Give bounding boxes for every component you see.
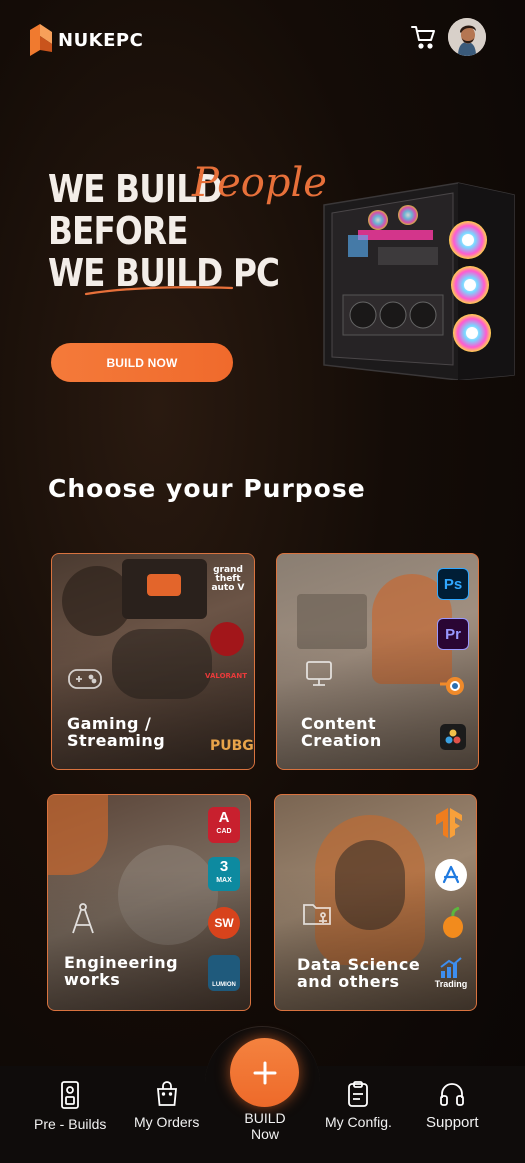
hero-underline-decoration (84, 286, 234, 296)
clipboard-icon (348, 1081, 369, 1107)
section-title: Choose your Purpose (48, 474, 366, 503)
hero-line-2: BEFORE (48, 209, 189, 253)
trading-icon: Trading (431, 953, 471, 993)
card-label-engineering: Engineering works (64, 953, 179, 989)
nav-item-my-orders[interactable]: My Orders (134, 1080, 199, 1130)
davinci-resolve-icon (440, 724, 466, 750)
nav-label-prebuilds: Pre - Builds (34, 1116, 107, 1132)
red-dead-logo-icon (210, 622, 244, 656)
purpose-card-data-science[interactable]: Trading Data Science and others (274, 794, 477, 1011)
pubg-logo: PUBG (210, 738, 254, 754)
nav-item-my-config[interactable]: My Config. (325, 1080, 392, 1130)
nav-label-my-config: My Config. (325, 1114, 392, 1130)
card-label-content: Content Creation (301, 714, 382, 750)
plus-icon (253, 1061, 276, 1084)
premiere-pro-icon: Pr (437, 618, 469, 650)
build-now-fab-label[interactable]: BUILD Now (233, 1110, 297, 1142)
gta-logo: grand theft auto V (211, 565, 245, 593)
folder-network-icon (301, 899, 341, 933)
valorant-logo: VALORANT (205, 672, 247, 680)
fl-studio-icon (437, 907, 469, 939)
nav-label-my-orders: My Orders (134, 1114, 200, 1130)
card-label-data-science: Data Science and others (297, 955, 421, 991)
purpose-card-engineering[interactable]: A CAD 3 MAX SW LUMION Engineering works (47, 794, 251, 1011)
headset-icon (440, 1083, 465, 1106)
tensorflow-icon (433, 807, 465, 839)
shopping-bag-icon (156, 1081, 177, 1106)
nav-item-support[interactable]: Support (426, 1080, 479, 1131)
solidworks-icon: SW (208, 907, 240, 939)
app-store-icon (435, 859, 467, 891)
brand-logo[interactable]: NUKEPC (30, 24, 143, 56)
purpose-card-gaming[interactable]: grand theft auto V VALORANT PUBG Gaming … (51, 553, 255, 770)
brand-name: NUKEPC (58, 29, 144, 51)
3ds-max-icon: 3 MAX (208, 857, 240, 891)
gamepad-icon (66, 664, 106, 698)
gaming-pc-image (323, 182, 515, 380)
hero-script-word: People (192, 160, 327, 206)
lumion-icon: LUMION (208, 955, 240, 991)
nav-item-prebuilds[interactable]: Pre - Builds (34, 1080, 106, 1132)
purpose-card-content-creation[interactable]: Ps Pr Content Creation (276, 553, 479, 770)
photoshop-icon: Ps (437, 568, 469, 600)
cart-icon[interactable] (410, 24, 436, 50)
card-label-gaming: Gaming / Streaming (67, 714, 166, 750)
blender-icon (437, 670, 469, 702)
nav-label-support: Support (426, 1114, 479, 1131)
user-avatar[interactable] (448, 18, 486, 56)
nukepc-logo-icon (30, 24, 52, 56)
autocad-icon: A CAD (208, 807, 240, 843)
compass-icon (68, 901, 108, 935)
build-now-button[interactable]: BUILD NOW (51, 343, 233, 382)
app-header: NUKEPC (0, 0, 525, 80)
desktop-icon (303, 658, 343, 692)
build-now-fab[interactable] (230, 1038, 299, 1107)
pc-tower-icon (61, 1081, 80, 1109)
